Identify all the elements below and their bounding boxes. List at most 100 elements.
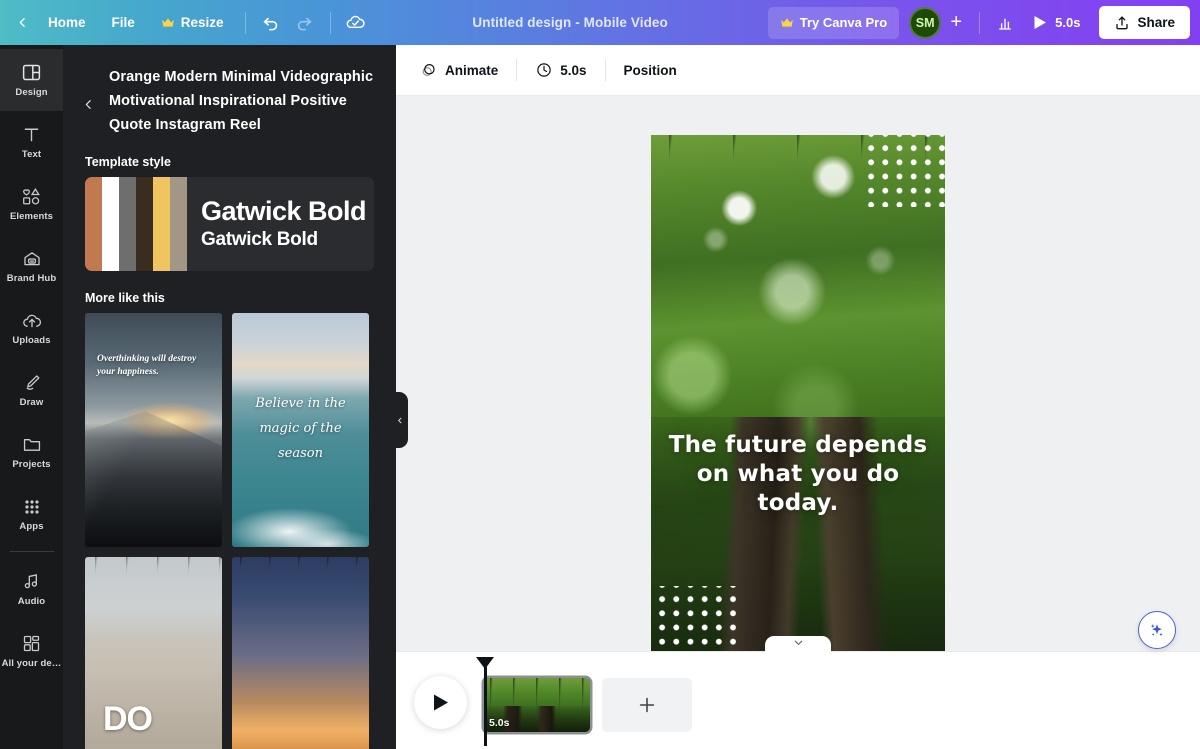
music-note-icon — [21, 571, 42, 592]
plus-icon — [636, 694, 658, 716]
swatch-6 — [170, 177, 187, 271]
position-label: Position — [623, 62, 677, 78]
canvas-background-photo[interactable] — [651, 135, 945, 658]
animate-button[interactable]: Animate — [410, 54, 508, 86]
back-chevron-icon[interactable] — [12, 12, 33, 33]
sidebar-item-audio-label: Audio — [17, 596, 46, 607]
sidebar-item-elements[interactable]: Elements — [0, 173, 63, 235]
sidebar-item-text[interactable]: Text — [0, 111, 63, 173]
apps-grid-icon — [22, 497, 42, 517]
timeline-scene-1[interactable]: 5.0s — [484, 678, 590, 732]
sidebar-item-brand-hub[interactable]: Brand Hub — [0, 235, 63, 297]
resize-label: Resize — [180, 15, 224, 30]
template-thumbnail-sunset-grass[interactable] — [232, 557, 369, 749]
sidebar-item-elements-label: Elements — [9, 211, 54, 222]
share-upload-icon — [1114, 15, 1130, 31]
thumbnail-quote: DO — [103, 700, 153, 738]
animate-label: Animate — [445, 62, 499, 78]
text-t-icon — [21, 124, 42, 145]
share-button[interactable]: Share — [1099, 6, 1190, 39]
sidebar-item-design-label: Design — [15, 87, 48, 98]
more-like-this-label: More like this — [85, 291, 165, 305]
canvas-quote-text[interactable]: The future depends on what you do today. — [651, 431, 945, 518]
undo-icon — [261, 13, 280, 32]
sidebar-item-draw-label: Draw — [19, 397, 44, 408]
design-layout-icon — [21, 62, 42, 83]
template-thumbnail-do[interactable]: DO — [85, 557, 222, 749]
template-thumbnail-believe-magic[interactable]: Believe in the magic of the season — [232, 313, 369, 547]
timeline-play-button[interactable] — [414, 676, 467, 729]
rail-divider — [9, 551, 54, 552]
color-swatches — [85, 177, 187, 271]
upload-cloud-icon — [21, 310, 43, 331]
context-toolbar: Animate 5.0s Position — [396, 45, 1200, 96]
sidebar-item-uploads[interactable]: Uploads — [0, 297, 63, 359]
timeline-bar: 5.0s — [396, 636, 1200, 749]
magic-sparkles-icon — [1147, 620, 1167, 640]
template-thumbnail-overthinking[interactable]: Overthinking will destroy your happiness… — [85, 313, 222, 547]
elements-shapes-icon — [21, 186, 43, 207]
sidebar-item-all-your-designs-label: All your de… — [1, 658, 62, 669]
position-button[interactable]: Position — [614, 54, 687, 86]
canva-editor-window: Home File Resize Untitled design - Mobil… — [0, 0, 1200, 749]
document-title[interactable]: Untitled design - Mobile Video — [373, 15, 768, 30]
timeline-expand-button[interactable] — [765, 636, 831, 655]
left-sidebar-rail: Design Text Elements Brand Hub Uploads D… — [0, 45, 63, 749]
panel-collapse-handle[interactable] — [392, 392, 408, 448]
sidebar-item-uploads-label: Uploads — [12, 335, 51, 346]
timeline-scene-track: 5.0s — [476, 652, 692, 746]
template-style-card[interactable]: Gatwick Bold Gatwick Bold — [85, 177, 374, 271]
avatar[interactable]: SM — [909, 6, 942, 39]
preview-duration: 5.0s — [1055, 15, 1081, 30]
design-canvas[interactable]: The future depends on what you do today. — [651, 135, 945, 658]
font-primary-preview: Gatwick Bold — [201, 196, 367, 226]
thumbnail-quote: Believe in the magic of the season — [255, 396, 346, 461]
insights-button[interactable] — [988, 7, 1022, 39]
thumbnail-image — [85, 313, 222, 547]
try-canva-pro-button[interactable]: Try Canva Pro — [767, 6, 900, 39]
sidebar-item-draw[interactable]: Draw — [0, 359, 63, 421]
scene-duration-label: 5.0s — [489, 717, 510, 729]
polka-dots-top-right — [860, 135, 945, 207]
timeline-playhead[interactable] — [476, 657, 494, 746]
sidebar-item-brand-hub-label: Brand Hub — [6, 273, 57, 284]
toolbar-divider-1 — [244, 11, 246, 34]
preview-play-button[interactable]: 5.0s — [1022, 7, 1091, 39]
redo-button[interactable] — [288, 7, 322, 39]
font-preview: Gatwick Bold Gatwick Bold — [187, 195, 366, 253]
swatch-3 — [119, 177, 136, 271]
share-label: Share — [1137, 15, 1175, 30]
top-toolbar-right: Try Canva Pro SM + 5.0s Share — [767, 6, 1200, 39]
file-menu-button[interactable]: File — [101, 7, 146, 39]
design-panel: Orange Modern Minimal Videographic Motiv… — [63, 45, 396, 749]
pro-label: Try Canva Pro — [799, 15, 888, 30]
brand-hub-icon — [21, 248, 43, 269]
sidebar-item-apps[interactable]: Apps — [0, 483, 63, 545]
invite-members-button[interactable]: + — [941, 7, 971, 39]
font-secondary-preview: Gatwick Bold — [201, 229, 318, 250]
template-style-label: Template style — [85, 155, 171, 169]
sidebar-item-all-your-designs[interactable]: All your de… — [0, 620, 63, 682]
add-scene-button[interactable] — [602, 678, 692, 732]
duration-label: 5.0s — [560, 62, 587, 78]
swatch-4 — [136, 177, 153, 271]
magic-ai-button[interactable] — [1138, 611, 1176, 649]
draw-pen-icon — [21, 372, 43, 393]
cloud-save-status-button[interactable] — [339, 7, 373, 39]
undo-button[interactable] — [254, 7, 288, 39]
redo-icon — [295, 13, 314, 32]
animate-circles-icon — [420, 61, 438, 79]
sidebar-item-design[interactable]: Design — [0, 49, 63, 111]
resize-button[interactable]: Resize — [150, 7, 235, 39]
swatch-5 — [153, 177, 170, 271]
swatch-2 — [102, 177, 119, 271]
duration-button[interactable]: 5.0s — [525, 54, 596, 86]
toolbar-divider-2 — [329, 11, 331, 34]
clock-icon — [535, 61, 553, 79]
sidebar-item-audio[interactable]: Audio — [0, 558, 63, 620]
top-toolbar: Home File Resize Untitled design - Mobil… — [0, 0, 1200, 45]
home-button[interactable]: Home — [37, 7, 97, 39]
panel-back-button[interactable] — [75, 91, 101, 117]
sidebar-item-projects[interactable]: Projects — [0, 421, 63, 483]
file-label: File — [111, 15, 135, 30]
